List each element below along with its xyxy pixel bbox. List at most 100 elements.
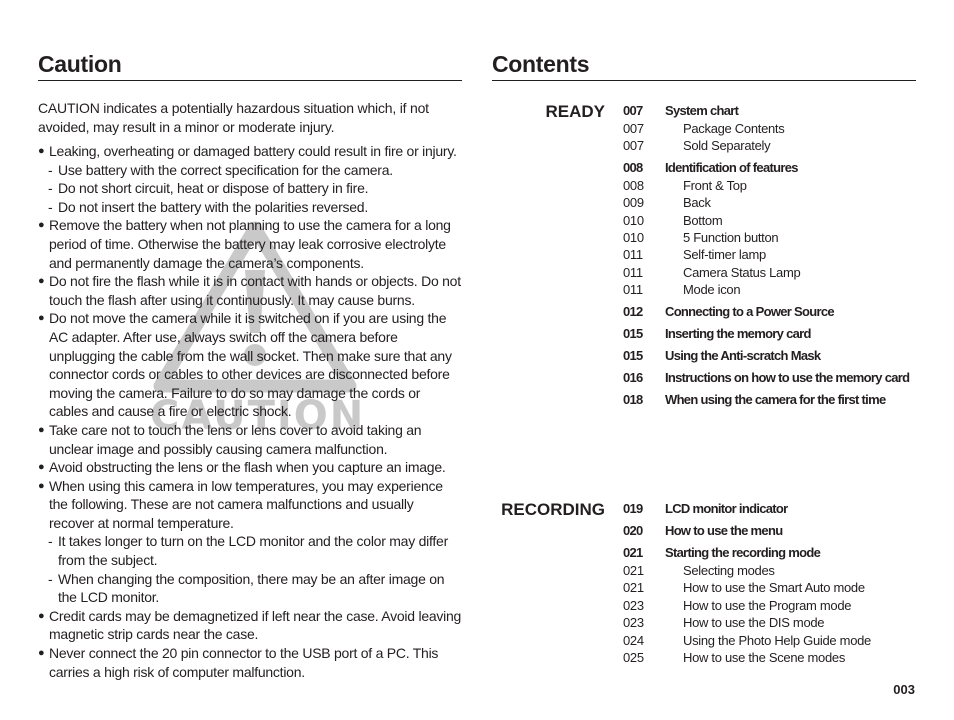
toc-entry-title: Instructions on how to use the memory ca… <box>665 369 910 385</box>
bullet-icon: ● <box>38 145 45 157</box>
caution-bullet-text: Do not move the camera while it is switc… <box>49 310 452 420</box>
toc-entry[interactable]: 010 Bottom <box>623 212 923 229</box>
toc-entry-title: System chart <box>665 103 739 118</box>
caution-sub-text: Do not short circuit, heat or dispose of… <box>58 180 369 197</box>
toc-entry-title: How to use the DIS mode <box>683 615 825 631</box>
toc-entry[interactable]: 007 System chart <box>623 102 923 120</box>
caution-sub-item: - It takes longer to turn on the LCD moni… <box>38 532 462 569</box>
toc-page-number: 021 <box>623 580 644 596</box>
toc-entry[interactable]: 021 Starting the recording mode <box>623 544 923 562</box>
caution-bullet-text: Credit cards may be demagnetized if left… <box>49 607 462 643</box>
toc-entry-title: Bottom <box>683 212 723 228</box>
caution-bullet: ● Take care not to touch the lens or lens… <box>38 421 462 458</box>
toc-entry-title: Connecting to a Power Source <box>665 303 835 319</box>
toc-entry[interactable]: 025 How to use the Scene modes <box>623 649 923 666</box>
toc-entry-title: Camera Status Lamp <box>683 264 801 280</box>
toc-entry[interactable]: 015 Inserting the memory card <box>623 325 923 343</box>
toc-entry[interactable]: 023 How to use the Program mode <box>623 597 923 614</box>
toc-entry[interactable]: 008 Front & Top <box>623 177 923 194</box>
toc-entry[interactable]: 024 Using the Photo Help Guide mode <box>623 632 923 649</box>
toc-page-number: 007 <box>623 121 644 136</box>
toc-page-number: 010 <box>623 230 644 246</box>
caution-heading-rule <box>38 80 462 81</box>
toc-page-number: 020 <box>623 523 643 538</box>
toc-page-number: 018 <box>623 391 643 407</box>
toc-entry-title: Self-timer lamp <box>683 247 766 263</box>
toc-section-label: READY <box>545 102 605 121</box>
toc-entry-title: Back <box>683 195 711 211</box>
caution-bullet: ● When using this camera in low temperatu… <box>38 477 462 607</box>
caution-heading: Caution <box>38 51 122 77</box>
contents-heading: Contents <box>492 51 590 77</box>
caution-bullet-text: Do not fire the flash while it is in con… <box>49 273 461 308</box>
toc-page-number: 023 <box>623 597 644 613</box>
caution-bullet: ● Avoid obstructing the lens or the flash… <box>38 458 462 477</box>
toc-entry[interactable]: 011 Mode icon <box>623 281 923 298</box>
dash-marker: - <box>48 198 53 215</box>
toc-page-number: 011 <box>623 282 643 298</box>
toc-entry[interactable]: 007 Sold Separately <box>623 137 923 154</box>
toc-entry[interactable]: 021 Selecting modes <box>623 562 923 579</box>
toc-page-number: 008 <box>623 159 643 175</box>
caution-bullet-text: Remove the battery when not planning to … <box>49 217 451 271</box>
toc-entry-title: Using the Photo Help Guide mode <box>683 632 871 648</box>
toc-entry[interactable]: 021 How to use the Smart Auto mode <box>623 579 923 596</box>
toc-page-number: 010 <box>623 212 644 228</box>
toc-page-number: 015 <box>623 325 643 341</box>
bullet-icon: ● <box>38 609 45 622</box>
contents-column: Contents READY 007 System chart 007 Package… <box>492 50 916 665</box>
toc-entry[interactable]: 011 Self-timer lamp <box>623 246 923 263</box>
caution-sub-item: - Do not short circuit, heat or dispose o… <box>38 179 462 198</box>
caution-bullet-text: Take care not to touch the lens or lens … <box>49 421 422 457</box>
caution-bullet: ● Credit cards may be demagnetized if lef… <box>38 607 462 644</box>
page-number: 003 <box>893 682 915 697</box>
toc-entry[interactable]: 009 Back <box>623 194 923 211</box>
toc-entry-title: When using the camera for the first time <box>665 391 886 407</box>
toc-entry[interactable]: 011 Camera Status Lamp <box>623 264 923 281</box>
toc-entry-title: Using the Anti-scratch Mask <box>665 347 821 363</box>
bullet-icon: ● <box>38 312 45 325</box>
toc-page-number: 025 <box>623 650 644 666</box>
caution-sub-text: When changing the composition, there may… <box>58 570 445 606</box>
toc-entry[interactable]: 019 LCD monitor indicator <box>623 500 923 518</box>
toc-entry[interactable]: 020 How to use the menu <box>623 522 923 540</box>
caution-bullet: ● Leaking, overheating or damaged battery… <box>38 142 462 216</box>
toc-entry[interactable]: 015 Using the Anti-scratch Mask <box>623 347 923 365</box>
toc-entry[interactable]: 016 Instructions on how to use the memory… <box>623 369 923 387</box>
toc-entry-title: Mode icon <box>683 282 741 298</box>
toc-page-number: 011 <box>623 264 643 280</box>
toc-page-number: 007 <box>623 103 643 118</box>
toc-page-number: 023 <box>623 615 644 631</box>
caution-bullet-text: When using this camera in low temperatur… <box>49 477 443 531</box>
toc-entry[interactable]: 018 When using the camera for the first t… <box>623 391 923 409</box>
toc-page-number: 021 <box>623 545 643 560</box>
caution-sub-text: Do not insert the battery with the polar… <box>58 198 368 215</box>
caution-sub-item: - Use battery with the correct specificat… <box>38 161 462 180</box>
toc-entry[interactable]: 023 How to use the DIS mode <box>623 614 923 631</box>
bullet-icon: ● <box>38 219 45 232</box>
toc-page-number: 012 <box>623 303 643 319</box>
dash-marker: - <box>48 533 53 550</box>
toc-entry-title: How to use the Scene modes <box>683 650 846 666</box>
toc-entry-title: LCD monitor indicator <box>665 501 788 516</box>
caution-intro: CAUTION indicates a potentially hazardou… <box>38 100 429 135</box>
toc-page-number: 016 <box>623 369 643 385</box>
toc-page-number: 021 <box>623 563 644 578</box>
toc-list: 007 System chart 007 Package Contents 007 Sol… <box>623 102 923 409</box>
caution-column: Caution CAUTION indicates a potentially … <box>38 50 462 681</box>
toc-list: 019 LCD monitor indicator 020 How to use th… <box>623 500 923 666</box>
bullet-icon: ● <box>38 461 45 474</box>
toc-page-number: 009 <box>623 195 644 211</box>
toc-entry[interactable]: 007 Package Contents <box>623 120 923 137</box>
toc-entry[interactable]: 010 5 Function button <box>623 229 923 246</box>
dash-marker: - <box>48 570 53 587</box>
toc-page-number: 015 <box>623 347 643 363</box>
contents-heading-rule <box>492 80 916 81</box>
toc-entry-title: How to use the Program mode <box>683 597 852 613</box>
toc-entry[interactable]: 008 Identification of features <box>623 159 923 177</box>
toc-entry[interactable]: 012 Connecting to a Power Source <box>623 303 923 321</box>
toc-section-label: RECORDING <box>501 500 605 519</box>
toc-page-number: 019 <box>623 501 643 516</box>
toc-entry-title: Inserting the memory card <box>665 325 811 341</box>
caution-list: ● Leaking, overheating or damaged battery… <box>38 142 462 681</box>
